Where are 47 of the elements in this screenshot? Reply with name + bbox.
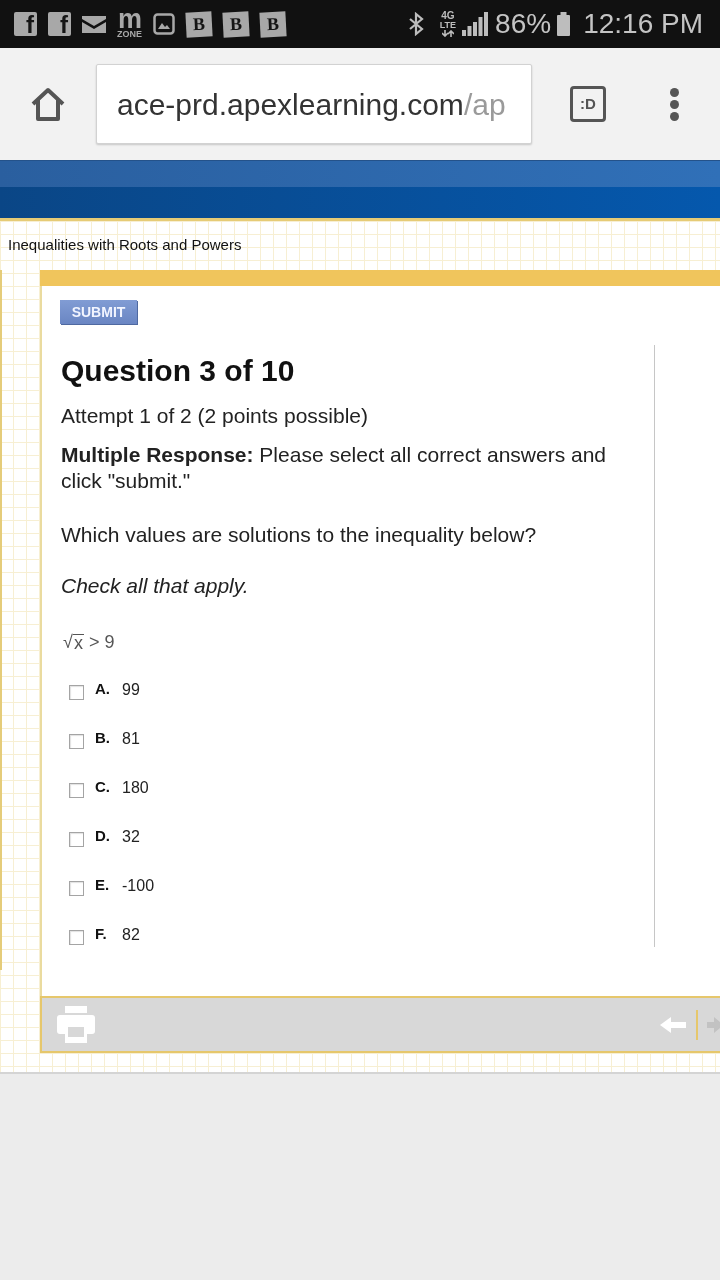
option-value: 32 [122, 827, 140, 847]
option-value: -100 [122, 876, 155, 896]
checkbox[interactable] [69, 684, 84, 700]
option-value: 99 [122, 680, 140, 700]
image-icon [153, 13, 175, 35]
option-value: 180 [122, 778, 149, 798]
letter-tile-icon: B [222, 10, 250, 38]
battery-icon [557, 12, 571, 36]
menu-icon[interactable] [670, 87, 679, 121]
network-label: LTE [439, 21, 457, 30]
attempt-info: Attempt 1 of 2 (2 points possible) [61, 403, 369, 429]
option-letter: E. [95, 875, 111, 894]
bluetooth-icon [407, 12, 424, 36]
option-value: 82 [122, 925, 140, 945]
checkbox[interactable] [69, 733, 84, 749]
network-label: 4G [441, 11, 455, 21]
printer-icon[interactable] [57, 1006, 95, 1043]
checkbox[interactable] [69, 880, 84, 896]
question-title: Question 3 of 10 [61, 353, 296, 389]
option-value: 81 [122, 729, 140, 749]
home-icon[interactable] [30, 86, 66, 122]
letter-tile-icon: B [259, 10, 287, 38]
battery-percent: 86% [495, 8, 552, 40]
logo-icon: m ZONE [117, 9, 142, 39]
hint-text: Check all that apply. [61, 573, 250, 599]
option-letter: B. [95, 728, 111, 747]
tabs-button[interactable]: :D [570, 86, 606, 122]
envelope-icon [82, 15, 106, 33]
instructions: Multiple Response: Please select all correct answers and click "submit." [61, 442, 608, 494]
clock-time: 12:16 PM [583, 8, 703, 40]
letter-tile-icon: B [185, 10, 213, 38]
url-field[interactable]: ace-prd.apexlearning.com/ap [96, 64, 532, 144]
inequality: √x > 9 [63, 631, 115, 652]
lesson-title: Inequalities with Roots and Powers [8, 235, 242, 255]
checkbox[interactable] [69, 782, 84, 798]
checkbox[interactable] [69, 929, 84, 945]
option-letter: A. [95, 679, 111, 698]
letter-tile-icon: f [48, 12, 71, 36]
question-prompt: Which values are solutions to the inequality below? [61, 522, 538, 548]
back-arrow-icon[interactable] [660, 1016, 686, 1033]
letter-tile-icon: f [14, 12, 37, 36]
signal-icon [462, 12, 489, 36]
option-letter: C. [95, 777, 111, 796]
option-letter: D. [95, 826, 111, 845]
checkbox[interactable] [69, 831, 84, 847]
transfer-arrows-icon [441, 30, 454, 37]
option-letter: F. [95, 924, 108, 943]
